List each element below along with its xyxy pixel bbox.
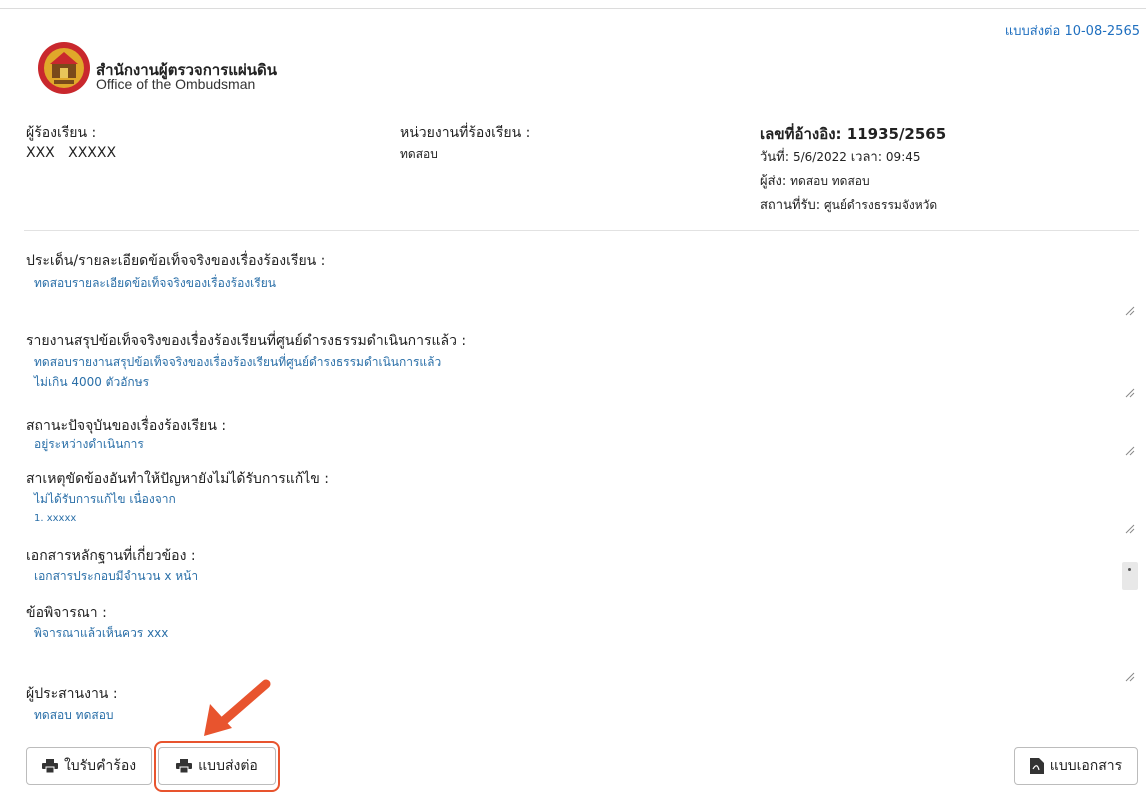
- documents-title: เอกสารหลักฐานที่เกี่ยวข้อง :: [26, 548, 196, 564]
- receive-place-label: สถานที่รับ:: [760, 198, 821, 213]
- time-value: 09:45: [885, 150, 921, 164]
- org-name-english: Office of the Ombudsman: [96, 76, 256, 92]
- report-text-line2: ไม่เกิน 4000 ตัวอักษร: [34, 375, 150, 389]
- resize-handle-icon[interactable]: [1125, 306, 1135, 316]
- resize-handle-icon[interactable]: [1125, 388, 1135, 398]
- cause-text-line2: 1. xxxxx: [34, 513, 77, 524]
- document-form-button[interactable]: แบบเอกสาร: [1014, 747, 1138, 785]
- resize-handle-icon[interactable]: [1125, 446, 1135, 456]
- date-time-row: วันที่: 5/6/2022 เวลา: 09:45: [760, 146, 921, 167]
- cause-text-line1: ไม่ได้รับการแก้ไข เนื่องจาก: [34, 492, 176, 506]
- resize-handle-icon[interactable]: [1125, 672, 1135, 682]
- document-button-label: แบบเอกสาร: [1049, 757, 1123, 773]
- receipt-button-label: ใบรับคำร้อง: [63, 757, 137, 773]
- date-label: วันที่:: [760, 150, 790, 165]
- time-label: เวลา:: [850, 150, 883, 165]
- scrollbar-grip[interactable]: [1122, 562, 1138, 590]
- documents-text: เอกสารประกอบมีจำนวน x หน้า: [34, 569, 199, 583]
- issue-title: ประเด็น/รายละเอียดข้อเท็จจริงของเรื่องร้…: [26, 253, 326, 269]
- highlight-box: [154, 741, 280, 792]
- complainant-label: ผู้ร้องเรียน :: [26, 125, 97, 141]
- sender-row: ผู้ส่ง: ทดสอบ ทดสอบ: [760, 170, 870, 191]
- top-divider: [0, 8, 1146, 9]
- form-reference: แบบส่งต่อ 10-08-2565: [1004, 24, 1140, 39]
- agency-label: หน่วยงานที่ร้องเรียน :: [400, 125, 531, 141]
- printer-icon: [41, 759, 58, 773]
- coordinator-title: ผู้ประสานงาน :: [26, 686, 118, 702]
- receive-place-row: สถานที่รับ: ศูนย์ดำรงธรรมจังหวัด: [760, 194, 937, 215]
- reference-number: เลขที่อ้างอิง: 11935/2565: [760, 125, 947, 143]
- consider-text: พิจารณาแล้วเห็นควร xxx: [34, 626, 169, 640]
- sender-label: ผู้ส่ง:: [760, 174, 787, 189]
- resize-handle-icon[interactable]: [1125, 524, 1135, 534]
- status-title: สถานะปัจจุบันของเรื่องร้องเรียน :: [26, 418, 227, 434]
- pointer-arrow-icon: [198, 678, 274, 740]
- coordinator-text: ทดสอบ ทดสอบ: [34, 708, 114, 722]
- ombudsman-logo: [36, 40, 92, 96]
- pdf-file-icon: [1029, 758, 1044, 774]
- consider-title: ข้อพิจารณา :: [26, 605, 107, 621]
- report-text-line1: ทดสอบรายงานสรุปข้อเท็จจริงของเรื่องร้องเ…: [34, 355, 442, 369]
- date-value: 5/6/2022: [792, 150, 847, 164]
- receipt-print-button[interactable]: ใบรับคำร้อง: [26, 747, 152, 785]
- section-divider: [24, 230, 1139, 231]
- complainant-value: XXX XXXXX: [26, 145, 117, 161]
- report-title: รายงานสรุปข้อเท็จจริงของเรื่องร้องเรียนท…: [26, 333, 467, 349]
- receive-place-value: ศูนย์ดำรงธรรมจังหวัด: [824, 198, 938, 212]
- agency-value: ทดสอบ: [400, 147, 438, 161]
- sender-value: ทดสอบ ทดสอบ: [790, 174, 870, 188]
- issue-text: ทดสอบรายละเอียดข้อเท็จจริงของเรื่องร้องเ…: [34, 276, 276, 290]
- cause-title: สาเหตุขัดข้องอันทำให้ปัญหายังไม่ได้รับกา…: [26, 471, 330, 487]
- status-text: อยู่ระหว่างดำเนินการ: [34, 437, 144, 451]
